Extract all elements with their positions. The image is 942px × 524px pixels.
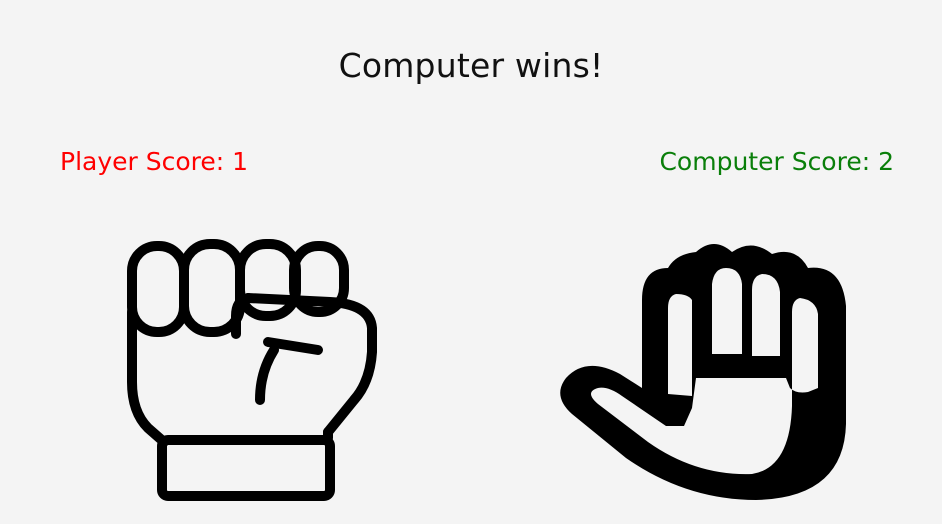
computer-score: Computer Score: 2 <box>659 147 894 176</box>
player-choice <box>118 232 388 518</box>
computer-choice <box>546 228 866 514</box>
paper-hand-icon <box>560 244 846 500</box>
player-score: Player Score: 1 <box>60 147 249 176</box>
game-result-heading: Computer wins! <box>338 46 604 85</box>
rock-fist-icon <box>127 239 377 501</box>
